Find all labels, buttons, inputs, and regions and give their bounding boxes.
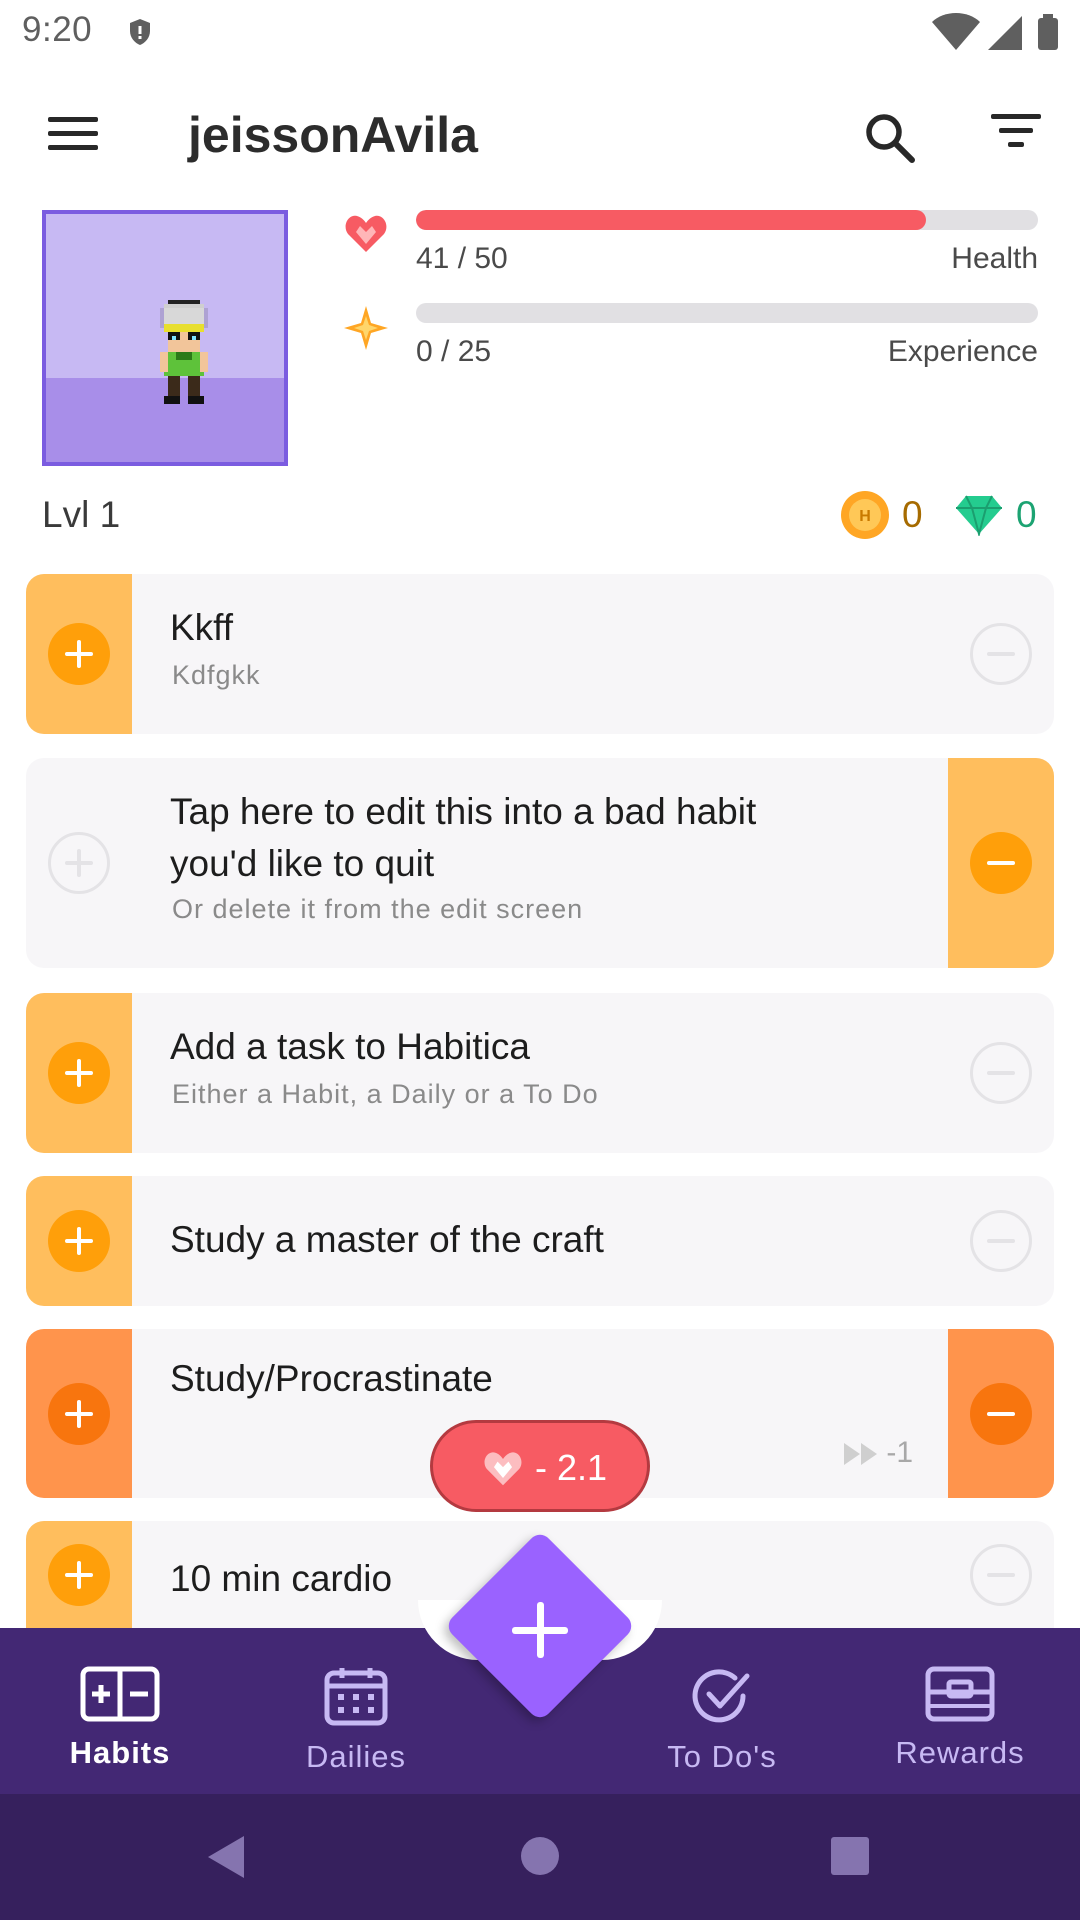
nav-todos[interactable]: To Do's — [622, 1666, 822, 1775]
habit-title: Study a master of the craft — [170, 1219, 604, 1260]
page-title: jeissonAvila — [188, 107, 478, 163]
app-bar: jeissonAvila — [0, 80, 1080, 200]
nav-rewards-label: Rewards — [895, 1735, 1025, 1770]
svg-text:H: H — [859, 508, 871, 525]
habit-streak: -1 — [844, 1436, 913, 1470]
habit-minus-button[interactable] — [948, 574, 1054, 734]
nav-habits-label: Habits — [69, 1735, 171, 1770]
habit-minus-button[interactable] — [948, 1329, 1054, 1498]
habits-icon — [80, 1666, 160, 1722]
status-time: 9:20 — [22, 10, 93, 49]
health-value: 41 / 50 — [416, 242, 508, 275]
habit-title: Study/Procrastinate — [170, 1358, 493, 1399]
minus-icon — [970, 623, 1032, 685]
habit-card[interactable]: Kkff Kdfgkk — [26, 574, 1054, 734]
menu-icon[interactable] — [40, 110, 106, 166]
habit-plus-button[interactable] — [26, 1176, 132, 1306]
habit-notes: Either a Habit, a Daily or a To Do — [172, 1079, 599, 1109]
plus-icon — [48, 1210, 110, 1272]
heart-icon — [345, 215, 387, 252]
back-icon[interactable] — [206, 1834, 246, 1880]
nav-dailies-label: Dailies — [305, 1739, 407, 1774]
health-bar — [416, 210, 1038, 230]
shield-icon — [130, 19, 150, 45]
habit-title: Tap here to edit this into a bad habit y… — [170, 791, 757, 884]
habit-plus-button[interactable] — [26, 758, 132, 968]
habit-minus-button[interactable] — [948, 758, 1054, 968]
habit-card[interactable]: Tap here to edit this into a bad habit y… — [26, 758, 1054, 968]
wifi-icon — [932, 13, 980, 50]
health-bar-fill — [416, 210, 927, 230]
plus-icon — [48, 1544, 110, 1606]
damage-toast: - 2.1 — [430, 1420, 650, 1512]
gold-value: 0 — [902, 494, 923, 535]
health-label: Health — [951, 242, 1038, 275]
minus-icon — [970, 1382, 1032, 1445]
gem-icon — [956, 495, 1002, 536]
check-circle-icon — [692, 1669, 750, 1723]
habit-minus-button[interactable] — [948, 993, 1054, 1153]
avatar-sprite — [160, 300, 208, 404]
search-icon[interactable] — [860, 108, 920, 168]
nav-habits[interactable]: Habits — [20, 1666, 220, 1771]
habit-card[interactable]: Study a master of the craft — [26, 1176, 1054, 1306]
home-icon[interactable] — [520, 1836, 560, 1876]
habit-plus-button[interactable] — [26, 1329, 132, 1498]
gold-icon: H — [841, 491, 889, 539]
rewards-icon — [925, 1666, 995, 1722]
habit-notes: Or delete it from the edit screen — [172, 894, 584, 924]
minus-icon — [970, 1544, 1032, 1606]
plus-icon — [48, 1042, 110, 1104]
habit-card[interactable]: Add a task to Habitica Either a Habit, a… — [26, 993, 1054, 1153]
minus-icon — [970, 832, 1032, 894]
filter-icon[interactable] — [990, 114, 1042, 158]
plus-icon — [48, 623, 110, 685]
plus-icon — [48, 832, 110, 894]
gem-value: 0 — [1016, 494, 1037, 535]
habit-title: Kkff — [170, 607, 234, 648]
habit-title: 10 min cardio — [170, 1558, 393, 1599]
star-icon — [344, 306, 388, 350]
fast-forward-icon — [844, 1443, 877, 1466]
habit-title: Add a task to Habitica — [170, 1026, 530, 1067]
avatar[interactable] — [42, 210, 288, 466]
nav-rewards[interactable]: Rewards — [860, 1666, 1060, 1771]
experience-label: Experience — [887, 335, 1038, 368]
habit-minus-button[interactable] — [948, 1176, 1054, 1306]
habit-plus-button[interactable] — [26, 574, 132, 734]
minus-icon — [970, 1210, 1032, 1272]
battery-icon — [1038, 14, 1058, 50]
recents-icon[interactable] — [830, 1836, 870, 1876]
minus-icon — [970, 1042, 1032, 1104]
nav-dailies[interactable]: Dailies — [256, 1666, 456, 1775]
plus-icon — [48, 1382, 110, 1445]
plus-icon — [506, 1596, 574, 1664]
signal-icon — [988, 16, 1022, 50]
heart-icon — [484, 1452, 522, 1486]
system-nav-bar — [0, 1794, 1080, 1920]
habit-plus-button[interactable] — [26, 993, 132, 1153]
status-bar: 9:20 — [0, 0, 1080, 62]
level-label: Lvl 1 — [42, 494, 121, 535]
experience-value: 0 / 25 — [416, 335, 492, 368]
experience-bar — [416, 303, 1038, 323]
calendar-icon — [324, 1668, 388, 1726]
nav-todos-label: To Do's — [667, 1739, 777, 1774]
status-icons — [932, 13, 1058, 50]
habit-streak-value: -1 — [886, 1436, 914, 1469]
habit-notes: Kdfgkk — [172, 660, 261, 690]
damage-toast-text: - 2.1 — [535, 1447, 608, 1488]
